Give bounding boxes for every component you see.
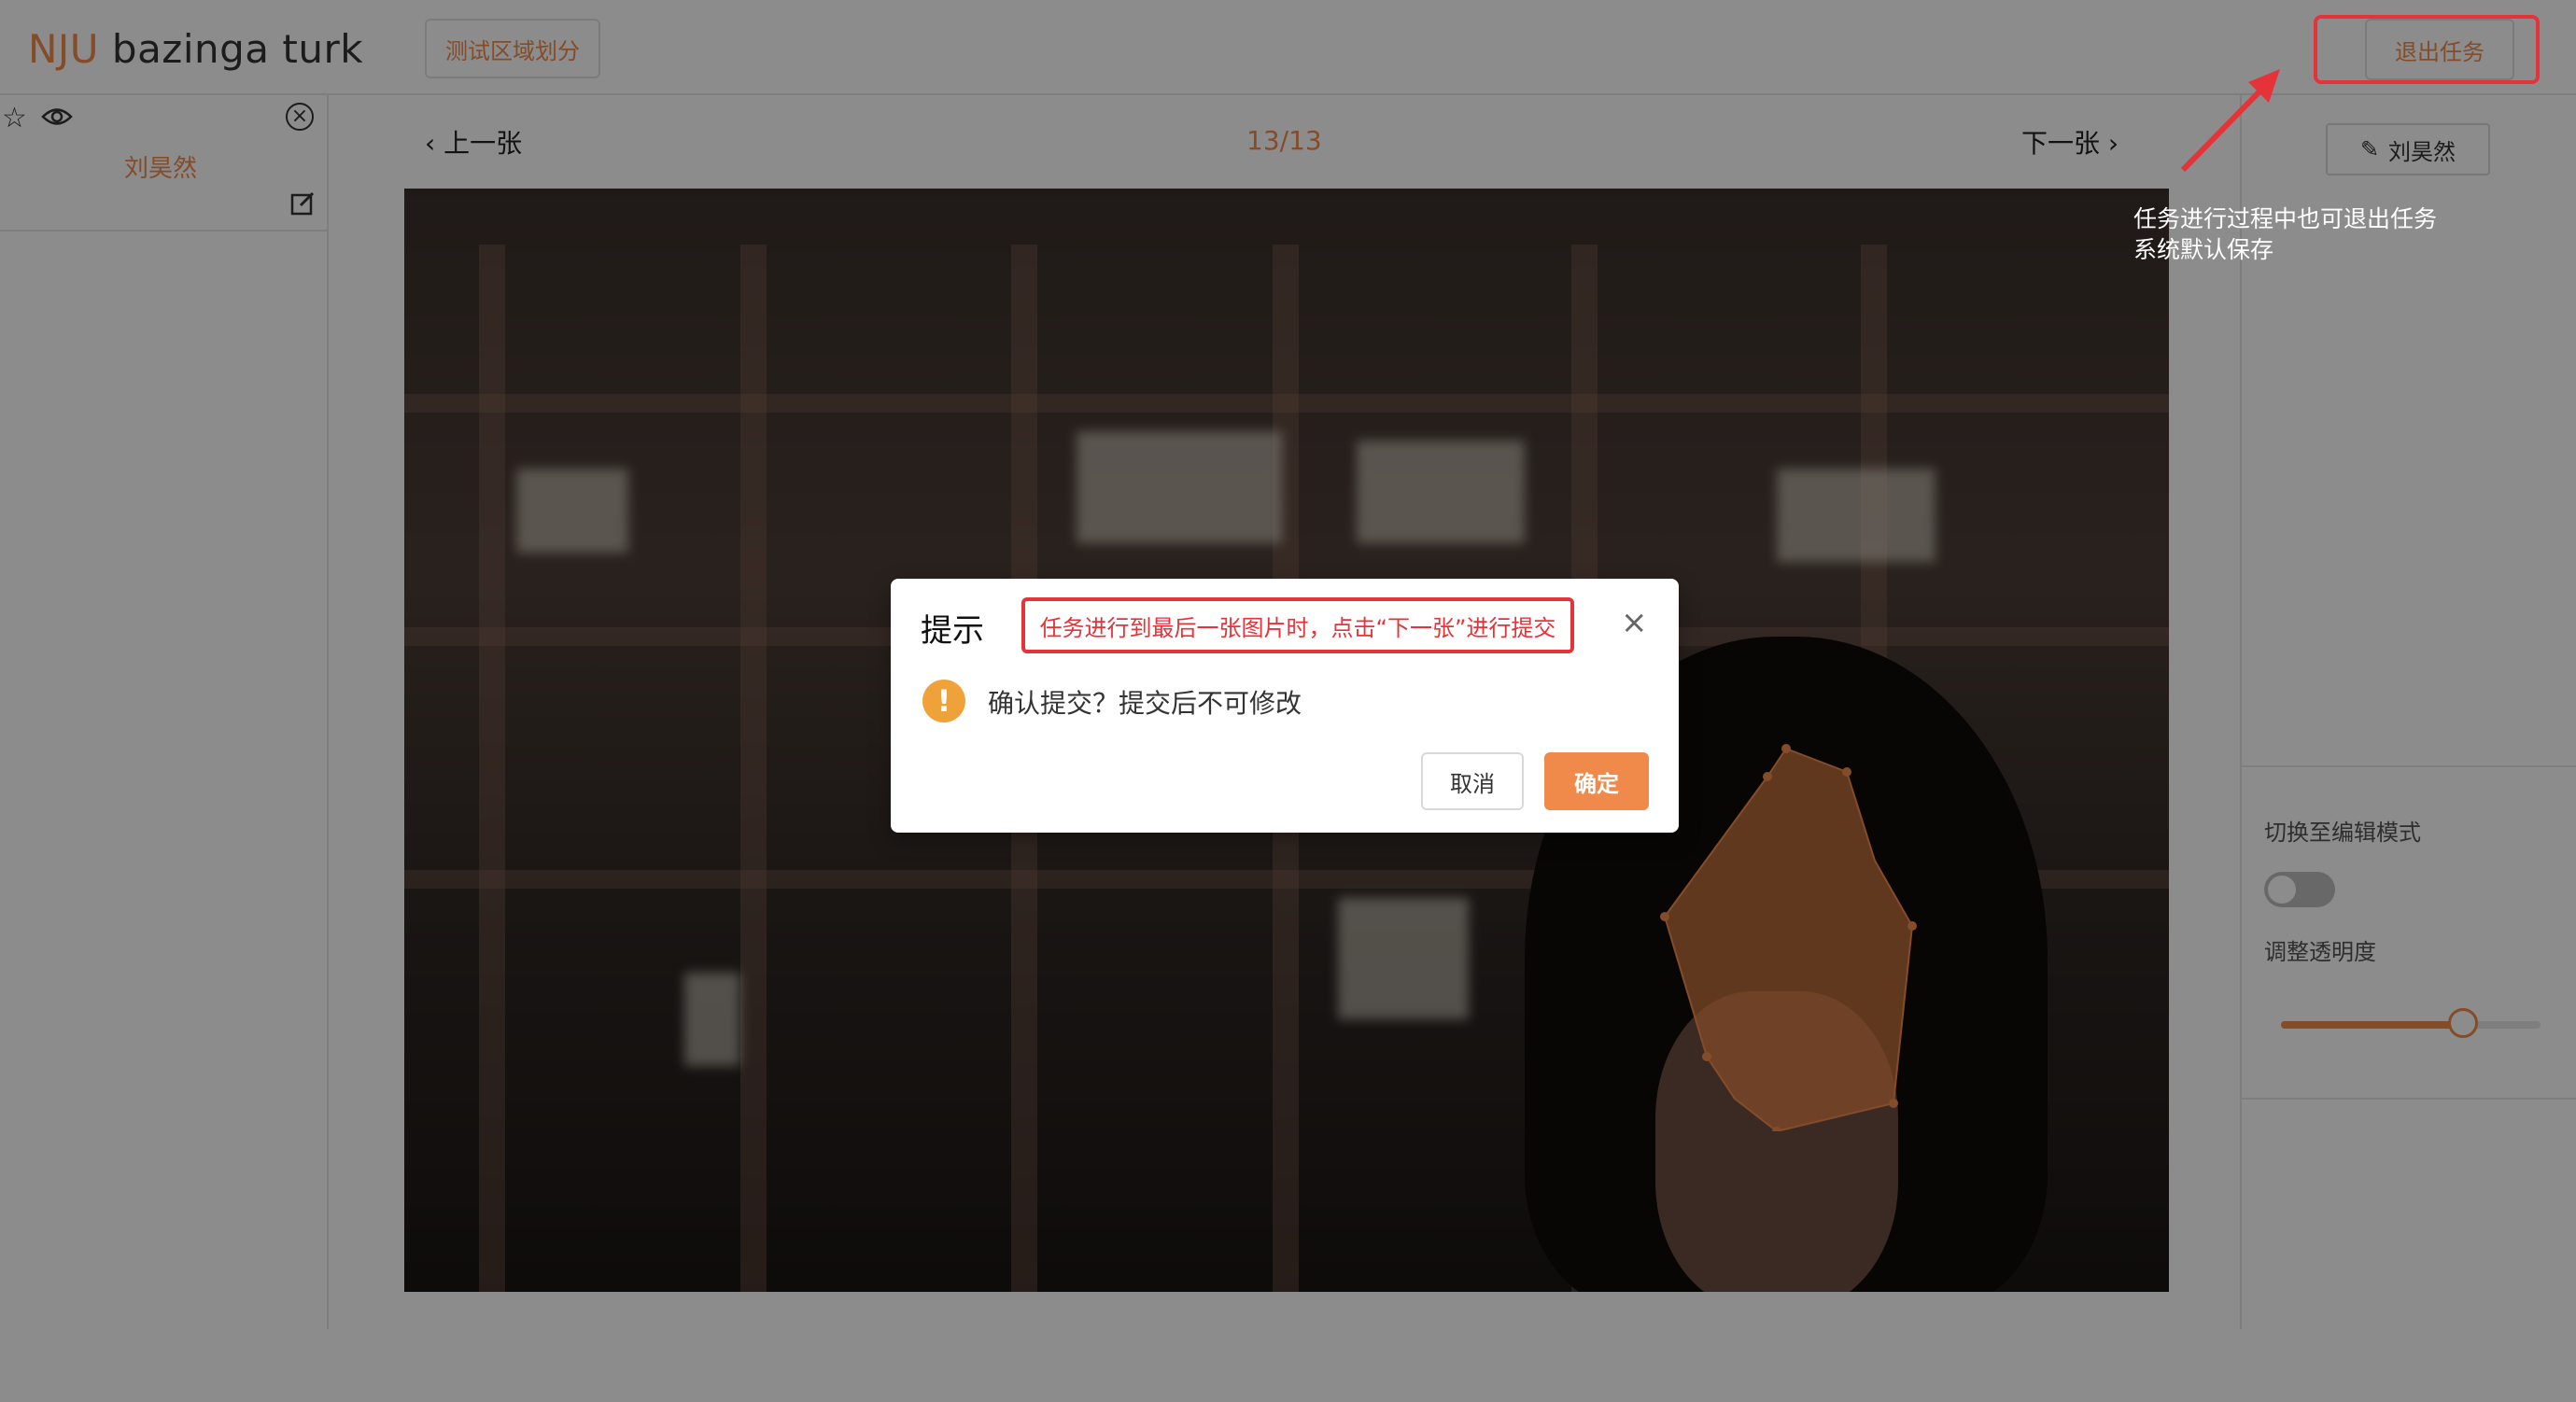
exit-note-line2: 系统默认保存: [2133, 236, 2274, 263]
warning-icon: !: [922, 680, 965, 722]
confirm-dialog: 提示 任务进行到最后一张图片时，点击“下一张”进行提交 × ! 确认提交？提交后…: [891, 579, 1679, 833]
close-icon[interactable]: ×: [1621, 607, 1648, 638]
dialog-message: 确认提交？提交后不可修改: [988, 688, 1302, 719]
confirm-button[interactable]: 确定: [1544, 752, 1649, 810]
exit-note: 任务进行过程中也可退出任务 系统默认保存: [2133, 203, 2437, 265]
exit-highlight-box: [2314, 15, 2540, 84]
annotation-app: NJU bazinga turk 测试区域划分 退出任务 ☆ × 刘昊然 ‹ 上…: [0, 0, 2576, 1402]
arrow-annotation-icon: [2180, 69, 2280, 173]
submit-hint-box: 任务进行到最后一张图片时，点击“下一张”进行提交: [1021, 597, 1574, 653]
cancel-button[interactable]: 取消: [1421, 752, 1524, 810]
exit-note-line1: 任务进行过程中也可退出任务: [2133, 205, 2438, 232]
dialog-title: 提示: [921, 612, 984, 650]
